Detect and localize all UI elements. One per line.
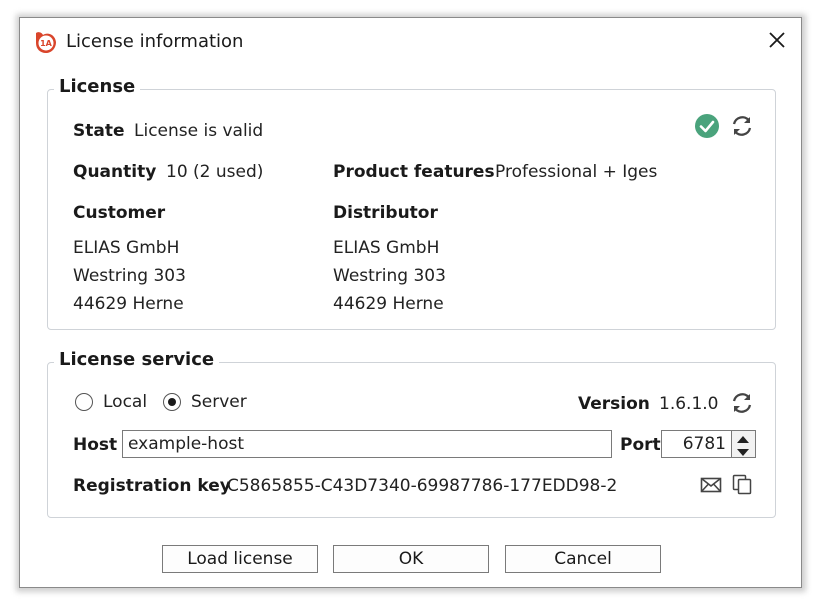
version-label: Version [578, 394, 650, 414]
refresh-icon[interactable] [729, 113, 755, 139]
license-group: License State License is valid Quantity … [47, 76, 776, 330]
refresh-version-icon[interactable] [729, 390, 755, 416]
svg-text:1A: 1A [40, 39, 53, 48]
radio-server[interactable] [163, 393, 181, 411]
registration-key-label: Registration key [73, 476, 231, 496]
distributor-line: Westring 303 [333, 266, 446, 286]
quantity-label: Quantity [73, 162, 157, 182]
features-label: Product features [333, 162, 495, 182]
host-label: Host [73, 435, 118, 455]
customer-line: ELIAS GmbH [73, 238, 180, 258]
features-value: Professional + Iges [495, 162, 658, 182]
customer-line: Westring 303 [73, 266, 186, 286]
version-value: 1.6.1.0 [659, 394, 719, 414]
title-bar: 1A License information [20, 18, 801, 66]
quantity-value: 10 (2 used) [166, 162, 264, 182]
distributor-line: 44629 Herne [333, 294, 444, 314]
port-input[interactable]: 6781 [661, 430, 732, 458]
state-value: License is valid [134, 121, 264, 141]
port-label: Port [620, 435, 661, 455]
cancel-button[interactable]: Cancel [505, 545, 661, 573]
copy-icon[interactable] [731, 473, 753, 495]
license-service-group-title: License service [54, 349, 220, 370]
window-title: License information [66, 31, 244, 52]
close-icon[interactable] [765, 28, 789, 52]
arrow-down-icon [737, 449, 749, 456]
app-logo-icon: 1A [36, 32, 56, 53]
license-dialog: 1A License information License State Lic… [19, 17, 802, 588]
distributor-label: Distributor [333, 203, 438, 223]
registration-key-value: C5865855-C43D7340-69987786-177EDD98-2 [227, 476, 618, 496]
check-circle-icon [695, 114, 719, 138]
distributor-line: ELIAS GmbH [333, 238, 440, 258]
radio-local-label[interactable]: Local [103, 392, 147, 412]
port-increment-button[interactable] [732, 431, 754, 444]
state-label: State [73, 121, 125, 141]
license-service-group: License service Local Server Version 1.6… [47, 349, 776, 518]
ok-button[interactable]: OK [333, 545, 489, 573]
radio-local[interactable] [75, 393, 93, 411]
load-license-button[interactable]: Load license [162, 545, 318, 573]
license-group-title: License [54, 76, 141, 97]
customer-line: 44629 Herne [73, 294, 184, 314]
radio-server-label[interactable]: Server [191, 392, 247, 412]
port-stepper [732, 430, 756, 458]
envelope-icon[interactable] [700, 474, 722, 496]
customer-label: Customer [73, 203, 166, 223]
host-input[interactable]: example-host [122, 430, 612, 458]
port-decrement-button[interactable] [732, 444, 754, 457]
